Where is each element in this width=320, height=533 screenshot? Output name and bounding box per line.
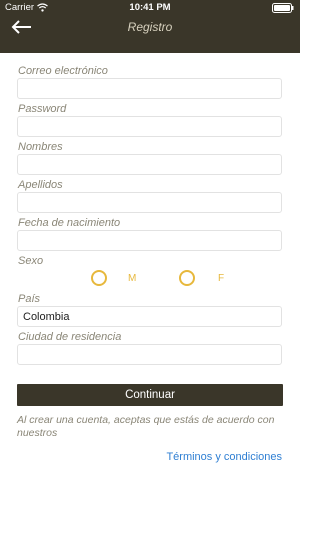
- birth-date-field[interactable]: [17, 230, 282, 251]
- status-bar: Carrier 10:41 PM: [0, 0, 300, 16]
- city-label: Ciudad de residencia: [18, 331, 122, 343]
- sex-female-radio[interactable]: [179, 270, 195, 286]
- last-names-field[interactable]: [17, 192, 282, 213]
- password-label: Password: [18, 103, 67, 115]
- last-names-label: Apellidos: [18, 179, 63, 191]
- sex-label: Sexo: [18, 255, 44, 267]
- sex-male-label: M: [128, 273, 137, 284]
- birth-date-label: Fecha de nacimiento: [18, 217, 121, 229]
- password-field[interactable]: [17, 116, 282, 137]
- first-names-field[interactable]: [17, 154, 282, 175]
- status-time: 10:41 PM: [129, 2, 171, 13]
- sex-male-radio[interactable]: [91, 270, 107, 286]
- city-field[interactable]: [17, 344, 282, 365]
- terms-note: Al crear una cuenta, aceptas que estás d…: [17, 414, 275, 439]
- country-label: País: [18, 293, 41, 305]
- country-field[interactable]: [17, 306, 282, 327]
- sex-female-label: F: [218, 273, 225, 284]
- page-title: Registro: [127, 20, 173, 34]
- continue-button[interactable]: Continuar: [17, 384, 283, 406]
- email-label: Correo electrónico: [18, 65, 108, 77]
- terms-link[interactable]: Términos y condiciones: [166, 451, 282, 463]
- battery-icon: [272, 3, 294, 13]
- first-names-label: Nombres: [18, 141, 63, 153]
- email-field[interactable]: [17, 78, 282, 99]
- nav-header: Carrier 10:41 PM Registro: [0, 0, 300, 53]
